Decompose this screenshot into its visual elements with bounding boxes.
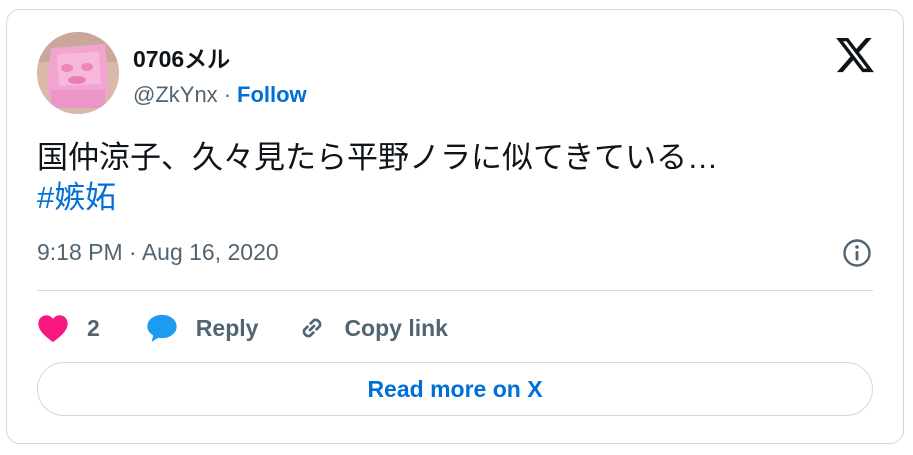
reply-label: Reply [195, 314, 259, 341]
avatar[interactable] [37, 32, 119, 114]
follow-button[interactable]: Follow [237, 82, 307, 107]
copy-link-button[interactable]: Copy link [296, 312, 448, 344]
hashtag-link[interactable]: #嫉妬 [37, 178, 718, 218]
heart-icon [38, 315, 68, 343]
link-icon [303, 318, 322, 338]
tweet-text: 国仲涼子、久々見たら平野ノラに似てきている… #嫉妬 [37, 138, 718, 218]
read-more-button[interactable]: Read more on X [37, 362, 873, 416]
avatar-image [37, 32, 119, 114]
author-handle[interactable]: @ZkYnx [133, 82, 218, 107]
speech-bubble-icon [147, 314, 177, 342]
handle-separator: · [223, 82, 232, 107]
copy-link-label: Copy link [344, 314, 448, 341]
reply-button[interactable]: Reply [146, 313, 259, 343]
author-display-name[interactable]: 0706メル [133, 40, 230, 74]
tweet-timestamp[interactable]: 9:18 PM · Aug 16, 2020 [37, 239, 279, 266]
like-button[interactable]: 2 [37, 313, 100, 343]
tweet-card: 0706メル @ZkYnx · Follow 国仲涼子、久々見たら平野ノラに似てきて… [6, 9, 904, 444]
divider [37, 290, 873, 291]
tweet-body: 国仲涼子、久々見たら平野ノラに似てきている… [37, 140, 719, 175]
info-icon[interactable] [841, 237, 873, 269]
x-logo-icon[interactable] [833, 34, 877, 76]
action-bar: 2 Reply Copy link [37, 310, 448, 346]
author-handle-row: @ZkYnx · Follow [133, 82, 307, 108]
like-count: 2 [87, 314, 100, 341]
